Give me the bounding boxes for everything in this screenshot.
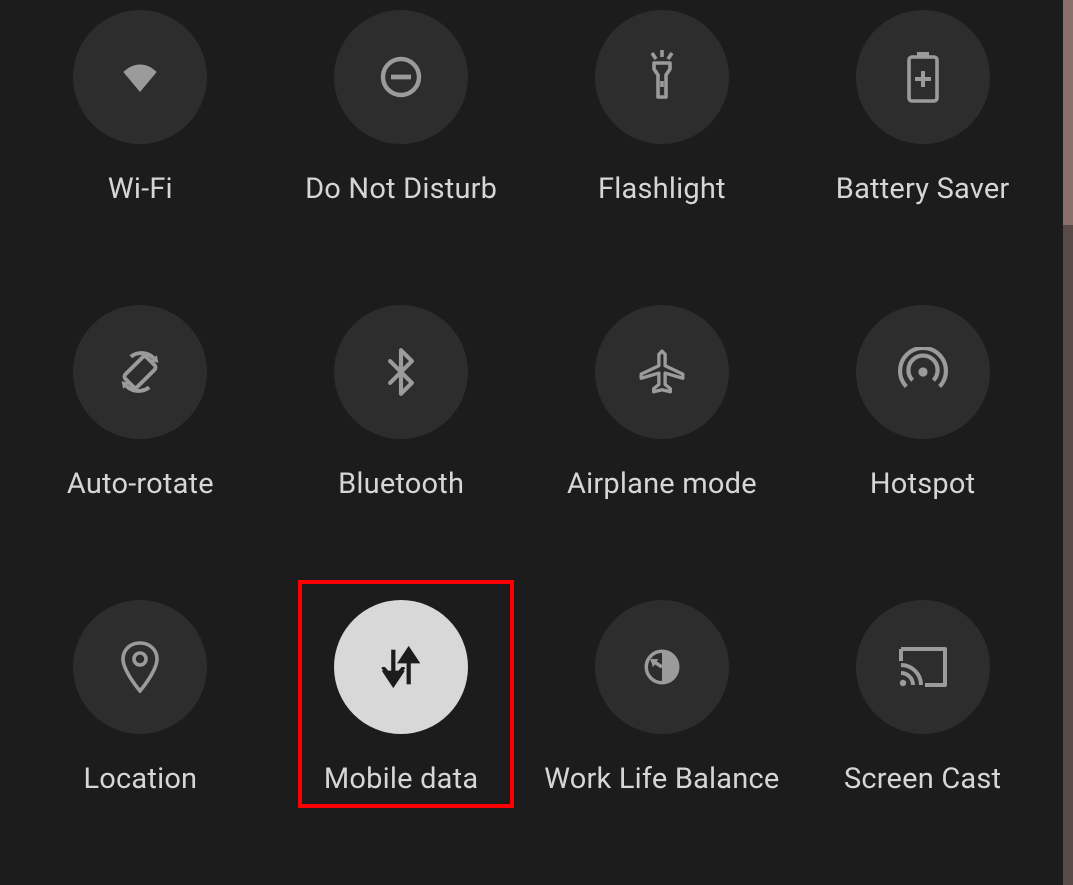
tile-dnd[interactable]: Do Not Disturb (271, 0, 532, 295)
auto-rotate-icon (73, 305, 207, 439)
tile-label: Wi-Fi (108, 172, 173, 206)
tile-label: Flashlight (598, 172, 726, 206)
edge-hint-strip (1063, 0, 1073, 885)
mobile-data-icon (334, 600, 468, 734)
hotspot-icon (856, 305, 990, 439)
tile-mobile-data[interactable]: Mobile data (271, 590, 532, 885)
tile-airplane[interactable]: Airplane mode (532, 295, 793, 590)
tile-label: Do Not Disturb (305, 172, 497, 206)
tile-label: Work Life Balance (544, 762, 779, 796)
tile-wifi[interactable]: Wi-Fi (10, 0, 271, 295)
screen-cast-icon (856, 600, 990, 734)
tile-screen-cast[interactable]: Screen Cast (792, 590, 1053, 885)
bluetooth-icon (334, 305, 468, 439)
battery-saver-icon (856, 10, 990, 144)
tile-bluetooth[interactable]: Bluetooth (271, 295, 532, 590)
tile-label: Bluetooth (338, 467, 464, 501)
tile-label: Screen Cast (844, 762, 1001, 796)
quick-settings-grid: Wi-Fi Do Not Disturb Flashlight (0, 0, 1063, 885)
tile-flashlight[interactable]: Flashlight (532, 0, 793, 295)
tile-label: Battery Saver (836, 172, 1010, 206)
tile-label: Mobile data (324, 762, 478, 796)
work-life-icon (595, 600, 729, 734)
tile-hotspot[interactable]: Hotspot (792, 295, 1053, 590)
dnd-icon (334, 10, 468, 144)
location-icon (73, 600, 207, 734)
tile-label: Airplane mode (567, 467, 757, 501)
tile-label: Auto-rotate (67, 467, 214, 501)
tile-work-life[interactable]: Work Life Balance (532, 590, 793, 885)
flashlight-icon (595, 10, 729, 144)
airplane-icon (595, 305, 729, 439)
tile-battery-saver[interactable]: Battery Saver (792, 0, 1053, 295)
tile-label: Hotspot (870, 467, 975, 501)
tile-location[interactable]: Location (10, 590, 271, 885)
tile-auto-rotate[interactable]: Auto-rotate (10, 295, 271, 590)
tile-label: Location (83, 762, 197, 796)
wifi-icon (73, 10, 207, 144)
